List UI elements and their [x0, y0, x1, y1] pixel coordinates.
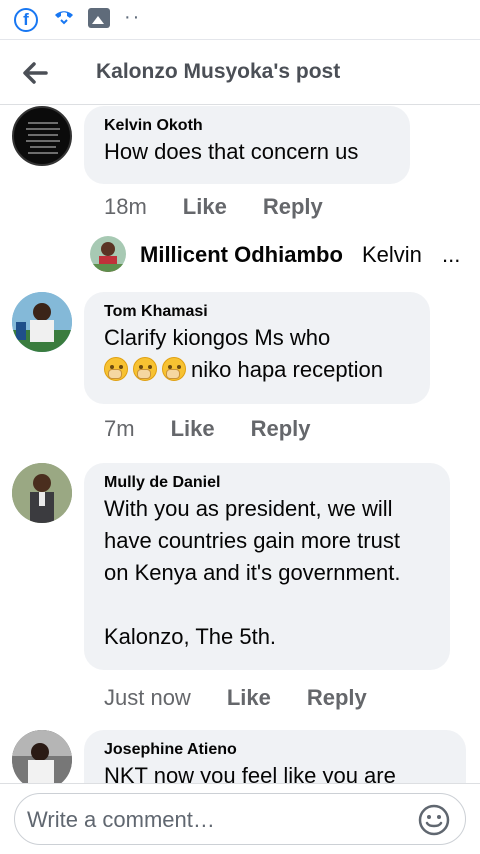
comment-actions: 7m Like Reply — [104, 416, 347, 442]
comment-composer: Write a comment… — [0, 783, 480, 854]
comment-blank-line — [104, 589, 430, 621]
arrow-left-icon — [23, 62, 48, 84]
comment-author[interactable]: Kelvin Okoth — [104, 116, 390, 136]
comment-actions: 18m Like Reply — [104, 194, 359, 220]
avatar[interactable] — [12, 292, 72, 352]
comment-text: Kalonzo, The 5th. — [104, 624, 277, 649]
comment-author[interactable]: Tom Khamasi — [104, 302, 410, 322]
comment-text: How does that concern us — [104, 139, 359, 164]
comment-input[interactable]: Write a comment… — [14, 793, 466, 845]
reply-author[interactable]: Millicent Odhiambo — [140, 242, 343, 268]
reply-ellipsis: ... — [442, 242, 461, 267]
facebook-icon: f — [14, 8, 38, 32]
reply-button[interactable]: Reply — [263, 194, 323, 220]
comment-text: Clarify kiongos Ms who — [104, 325, 331, 350]
comment-time: Just now — [104, 685, 191, 710]
comment-text: on Kenya and it's government. — [104, 560, 401, 585]
comment-bubble[interactable]: Mully de Daniel With you as president, w… — [84, 463, 450, 670]
avatar — [90, 236, 126, 272]
more-icon: ·· — [124, 6, 142, 28]
status-bar: f ·· — [0, 0, 480, 40]
comment-bubble[interactable]: Kelvin Okoth How does that concern us — [84, 106, 410, 184]
reply-button[interactable]: Reply — [251, 416, 311, 442]
comment-time: 7m — [104, 416, 135, 441]
call-icon — [52, 6, 76, 36]
smiley-icon — [418, 804, 450, 836]
thinking-face-emoji — [162, 357, 186, 381]
comments-list[interactable]: Kelvin Okoth How does that concern us 18… — [0, 106, 480, 783]
comment-actions: Just now Like Reply — [104, 685, 403, 711]
back-button[interactable] — [16, 53, 56, 93]
page-title: Kalonzo Musyoka's post — [96, 60, 341, 83]
like-button[interactable]: Like — [227, 685, 271, 711]
comment-bubble[interactable]: Tom Khamasi Clarify kiongos Ms who niko … — [84, 292, 430, 404]
comment-time: 18m — [104, 194, 147, 219]
reply-button[interactable]: Reply — [307, 685, 367, 711]
like-button[interactable]: Like — [183, 194, 227, 220]
thinking-face-emoji — [104, 357, 128, 381]
avatar[interactable] — [12, 106, 72, 166]
avatar[interactable] — [12, 730, 72, 783]
reply-text: Kelvin — [362, 242, 422, 267]
emoji-button[interactable] — [417, 803, 451, 837]
comment-author[interactable]: Mully de Daniel — [104, 473, 430, 493]
comment-input-placeholder: Write a comment… — [27, 807, 215, 832]
comment-text: NKT now you feel like you are — [104, 763, 396, 783]
comment-text: With you as president, we will — [104, 496, 393, 521]
like-button[interactable]: Like — [171, 416, 215, 442]
avatar[interactable] — [12, 463, 72, 523]
image-icon — [88, 8, 110, 28]
comment-text: have countries gain more trust — [104, 528, 400, 553]
thinking-face-emoji — [133, 357, 157, 381]
post-header: Kalonzo Musyoka's post — [0, 41, 480, 105]
comment-author[interactable]: Josephine Atieno — [104, 740, 446, 760]
comment-text: niko hapa reception — [104, 354, 410, 386]
comment-bubble[interactable]: Josephine Atieno NKT now you feel like y… — [84, 730, 466, 783]
